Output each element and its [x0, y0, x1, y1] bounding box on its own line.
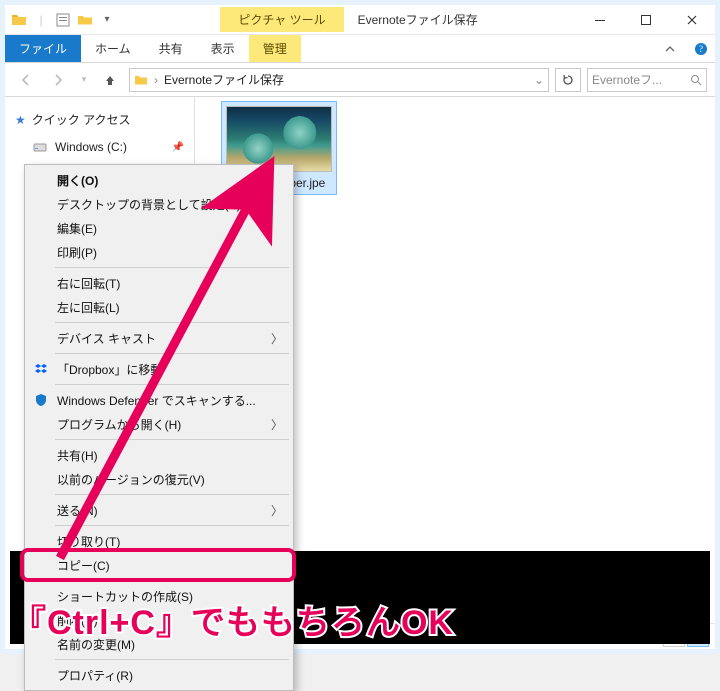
folder-icon	[134, 73, 148, 87]
submenu-arrow-icon: 〉	[271, 502, 283, 519]
tab-manage[interactable]: 管理	[249, 35, 301, 62]
maximize-button[interactable]	[623, 5, 669, 35]
open-folder-icon[interactable]	[77, 12, 93, 28]
menu-item[interactable]: Windows Defender でスキャンする...	[27, 388, 291, 412]
search-box[interactable]: Evernoteフ...	[587, 68, 707, 92]
menu-item[interactable]: 開く(O)	[27, 168, 291, 192]
drive-icon	[33, 140, 47, 154]
menu-separator	[55, 439, 289, 440]
menu-item-label: 以前のバージョンの復元(V)	[57, 471, 205, 488]
submenu-arrow-icon: 〉	[271, 416, 283, 433]
star-icon: ★	[15, 113, 26, 127]
menu-separator	[55, 494, 289, 495]
menu-item[interactable]: 印刷(P)	[27, 240, 291, 264]
menu-item[interactable]: デスクトップの背景として設定(B)	[27, 192, 291, 216]
nav-back-button[interactable]	[13, 67, 39, 93]
svg-text:?: ?	[699, 44, 703, 54]
title-bar: | ▾ ピクチャ ツール Evernoteファイル保存	[5, 5, 715, 35]
nav-up-button[interactable]	[97, 67, 123, 93]
menu-item[interactable]: 編集(E)	[27, 216, 291, 240]
menu-separator	[55, 580, 289, 581]
menu-item[interactable]: 左に回転(L)	[27, 295, 291, 319]
address-box[interactable]: › Evernoteファイル保存 ⌄	[129, 68, 549, 92]
minimize-button[interactable]	[577, 5, 623, 35]
sidebar-item-windows-c[interactable]: Windows (C:) 📌	[5, 136, 194, 158]
tab-share[interactable]: 共有	[145, 35, 197, 62]
menu-item[interactable]: デバイス キャスト 〉	[27, 326, 291, 350]
quick-access-label: クイック アクセス	[32, 111, 131, 128]
file-thumbnail	[226, 106, 332, 172]
menu-item[interactable]: 右に回転(T)	[27, 271, 291, 295]
menu-item-label: 送る(N)	[57, 502, 98, 519]
contextual-tool-label: ピクチャ ツール	[220, 7, 343, 32]
menu-item-label: 共有(H)	[57, 447, 98, 464]
defender-icon	[33, 392, 49, 408]
dropbox-icon	[33, 361, 49, 377]
tab-home[interactable]: ホーム	[81, 35, 145, 62]
qat-dropdown-icon[interactable]: ▾	[99, 12, 115, 28]
tab-view[interactable]: 表示	[197, 35, 249, 62]
nav-history-dropdown[interactable]: ▾	[77, 67, 91, 93]
menu-item-label: 編集(E)	[57, 220, 97, 237]
pin-icon: 📌	[172, 142, 184, 153]
menu-item-label: Windows Defender でスキャンする...	[57, 392, 256, 409]
menu-separator	[55, 659, 289, 660]
search-icon	[690, 74, 702, 86]
menu-item-label: 印刷(P)	[57, 244, 97, 261]
nav-forward-button[interactable]	[45, 67, 71, 93]
help-icon[interactable]: ?	[687, 35, 715, 62]
breadcrumb[interactable]: Evernoteファイル保存	[164, 71, 284, 88]
menu-item-label: 切り取り(T)	[57, 533, 120, 550]
address-bar: ▾ › Evernoteファイル保存 ⌄ Evernoteフ...	[5, 63, 715, 97]
menu-separator	[55, 384, 289, 385]
submenu-arrow-icon: 〉	[271, 330, 283, 347]
menu-item-label: プログラムから開く(H)	[57, 416, 181, 433]
sidebar-item-label: Windows (C:)	[55, 140, 127, 154]
menu-separator	[55, 267, 289, 268]
menu-separator	[55, 353, 289, 354]
address-dropdown-icon[interactable]: ⌄	[534, 73, 544, 87]
menu-item[interactable]: プログラムから開く(H) 〉	[27, 412, 291, 436]
menu-item-label: 左に回転(L)	[57, 299, 120, 316]
tab-file[interactable]: ファイル	[5, 35, 81, 62]
ribbon-collapse-icon[interactable]	[653, 35, 687, 62]
menu-item[interactable]: 共有(H)	[27, 443, 291, 467]
menu-item[interactable]: プロパティ(R)	[27, 663, 291, 687]
menu-item[interactable]: コピー(C)	[27, 553, 291, 577]
menu-item-label: 右に回転(T)	[57, 275, 120, 292]
menu-item-label: コピー(C)	[57, 557, 110, 574]
folder-icon	[11, 12, 27, 28]
menu-item[interactable]: 「Dropbox」に移動	[27, 357, 291, 381]
close-button[interactable]	[669, 5, 715, 35]
quick-access-header[interactable]: ★ クイック アクセス	[5, 103, 194, 136]
menu-item-label: デスクトップの背景として設定(B)	[57, 196, 241, 213]
menu-item[interactable]: 送る(N) 〉	[27, 498, 291, 522]
properties-icon[interactable]	[55, 12, 71, 28]
breadcrumb-separator-icon: ›	[154, 73, 158, 87]
menu-item-label: プロパティ(R)	[57, 667, 133, 684]
search-placeholder: Evernoteフ...	[592, 71, 662, 88]
menu-item[interactable]: 切り取り(T)	[27, 529, 291, 553]
menu-item-label: 開く(O)	[57, 172, 98, 189]
window-title: Evernoteファイル保存	[358, 11, 478, 28]
qat-separator: |	[33, 12, 49, 28]
menu-item[interactable]: 以前のバージョンの復元(V)	[27, 467, 291, 491]
menu-item-label: デバイス キャスト	[57, 330, 156, 347]
ribbon: ファイル ホーム 共有 表示 管理 ?	[5, 35, 715, 63]
refresh-button[interactable]	[555, 68, 581, 92]
menu-separator	[55, 525, 289, 526]
annotation-caption: 『Ctrl+C』でももちろんOK	[12, 595, 454, 644]
menu-separator	[55, 322, 289, 323]
menu-item-label: 「Dropbox」に移動	[57, 361, 162, 378]
